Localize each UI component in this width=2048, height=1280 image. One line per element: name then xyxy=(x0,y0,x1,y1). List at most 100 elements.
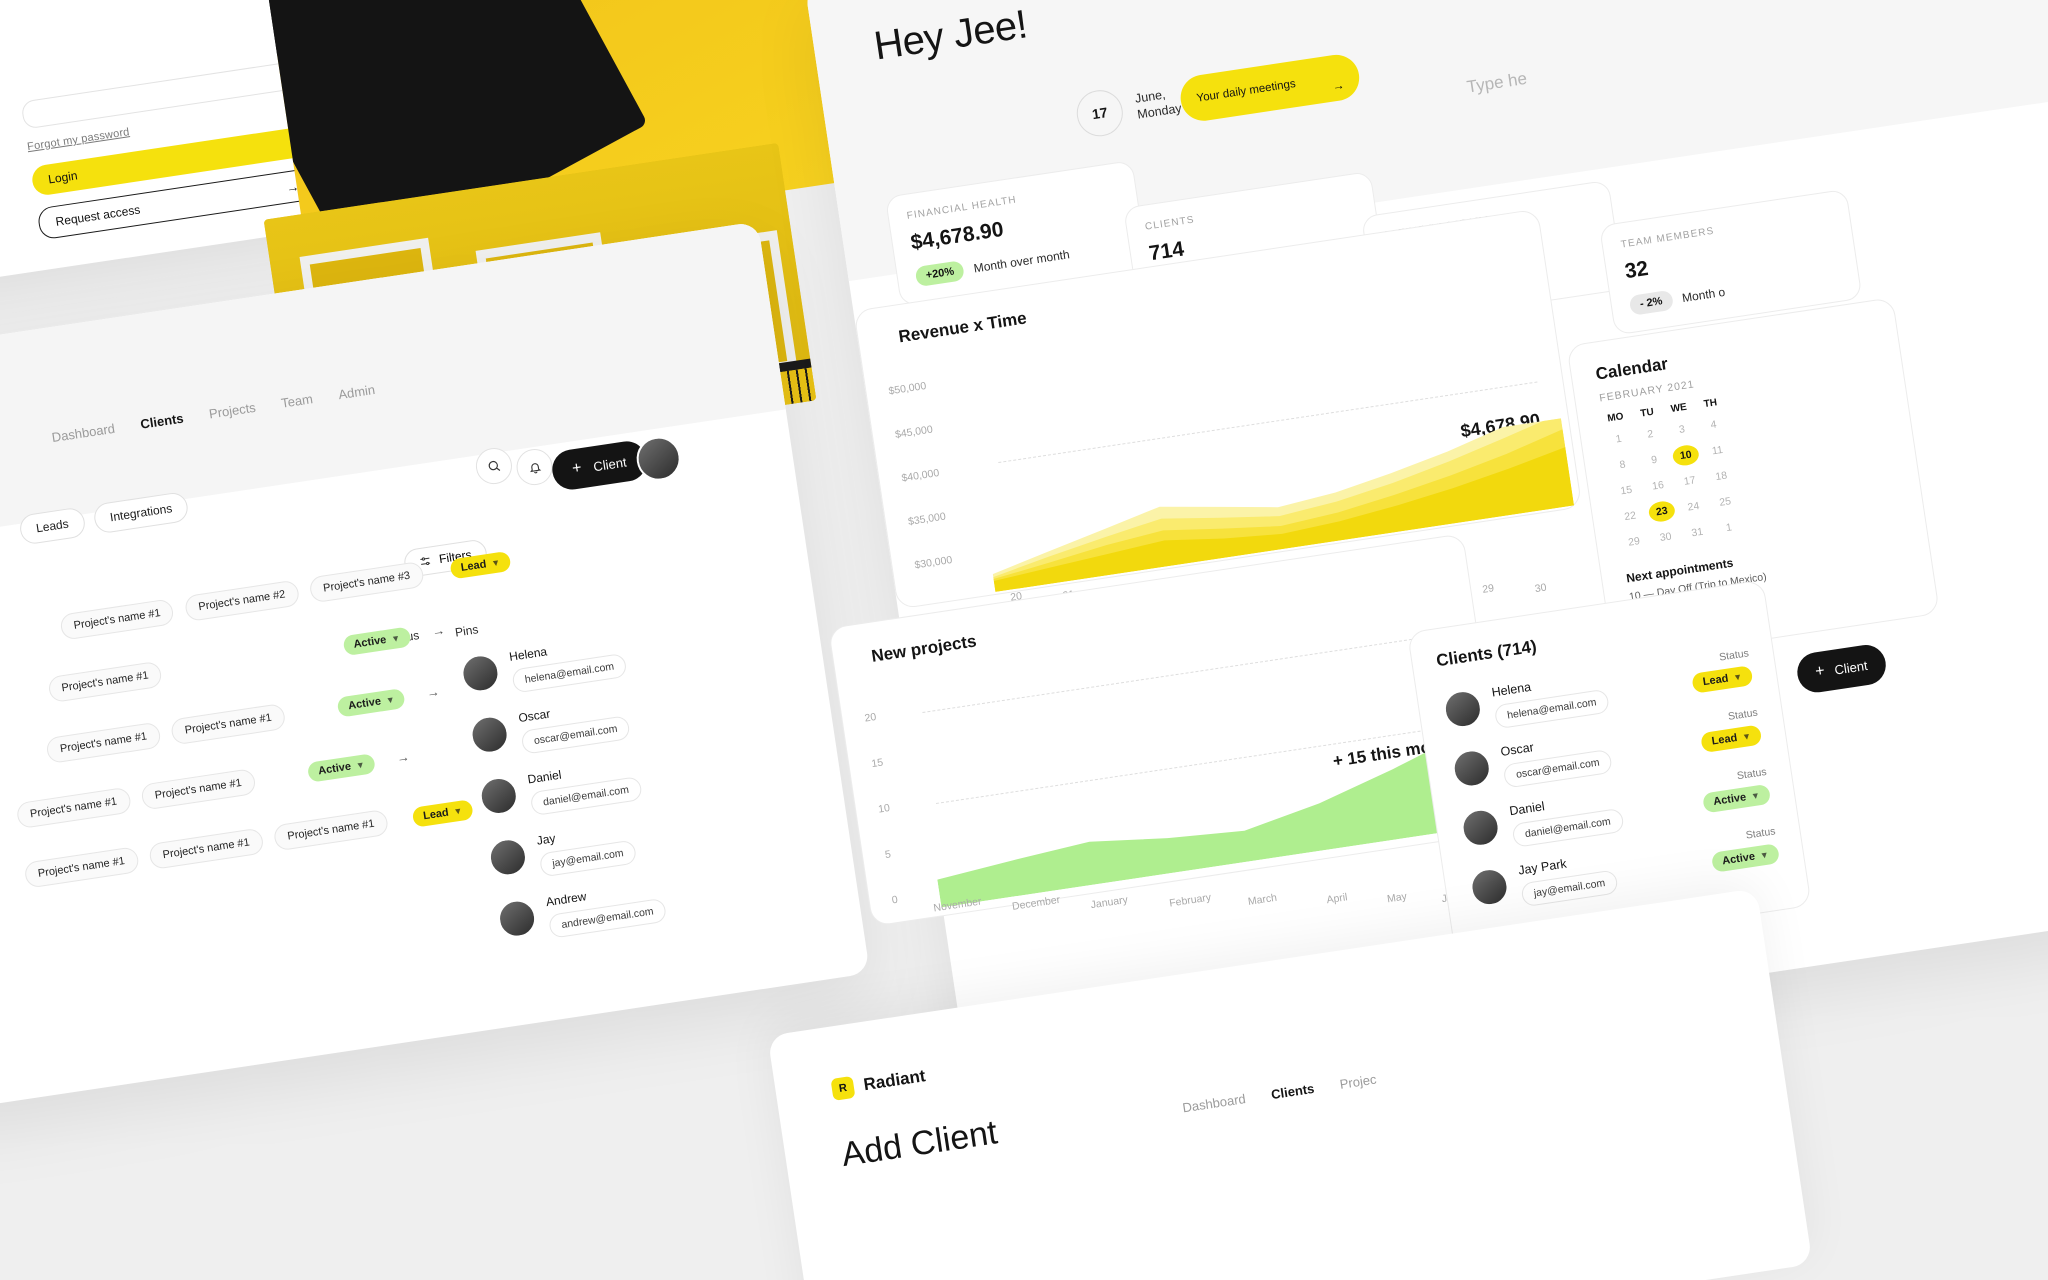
status-badge[interactable]: Lead ▼ xyxy=(411,799,474,828)
status-label: Lead xyxy=(460,558,488,575)
calendar-day[interactable] xyxy=(1802,450,1831,474)
avatar xyxy=(477,774,521,818)
row-arrow-icon[interactable]: → xyxy=(395,749,410,766)
calendar-dow: WE xyxy=(1670,401,1688,416)
tab-active-clients[interactable]: Active clients xyxy=(0,517,13,559)
project-pill[interactable]: Project's name #1 xyxy=(58,598,176,641)
nav-item-clients[interactable]: Clients xyxy=(1270,1081,1315,1102)
calendar-day[interactable] xyxy=(1798,425,1827,449)
calendar-day[interactable] xyxy=(1731,408,1760,432)
calendar-dow: TH xyxy=(1703,397,1718,411)
calendar-day[interactable]: 3 xyxy=(1668,418,1697,442)
calendar-day[interactable]: 24 xyxy=(1679,495,1708,519)
calendar-day[interactable]: 31 xyxy=(1683,521,1712,545)
calendar-day[interactable] xyxy=(1766,429,1795,453)
status-badge[interactable]: Lead ▼ xyxy=(1700,724,1763,754)
calendar-day-selected[interactable]: 23 xyxy=(1647,499,1677,524)
avatar xyxy=(458,651,503,695)
gridline xyxy=(922,633,1447,714)
notifications-button[interactable] xyxy=(514,446,556,488)
calendar-day[interactable]: 30 xyxy=(1651,525,1680,549)
calendar-dow: MO xyxy=(1606,411,1625,425)
calendar-day[interactable] xyxy=(1763,404,1792,428)
date-text: June, Monday xyxy=(1134,86,1183,123)
calendar-day[interactable] xyxy=(1806,476,1835,500)
project-pill[interactable]: Project's name #1 xyxy=(272,808,390,852)
stat-delta: - 2% xyxy=(1628,289,1674,316)
calendar-day[interactable]: 8 xyxy=(1608,453,1637,477)
avatar xyxy=(1459,806,1503,850)
plus-icon: + xyxy=(1814,662,1826,681)
row-arrow-icon[interactable]: → xyxy=(431,622,446,639)
status-badge[interactable]: Lead ▼ xyxy=(1691,665,1754,694)
calendar-day[interactable]: 11 xyxy=(1703,439,1732,463)
calendar-day[interactable]: 9 xyxy=(1640,448,1669,472)
calendar-day[interactable] xyxy=(1742,486,1771,510)
user-avatar[interactable] xyxy=(633,433,684,484)
calendar-day[interactable]: 17 xyxy=(1675,469,1704,493)
calendar-day[interactable] xyxy=(1794,399,1823,423)
chevron-down-icon: ▼ xyxy=(390,632,401,645)
status-badge[interactable]: Active ▼ xyxy=(306,753,377,783)
project-pill[interactable]: Project's name #1 xyxy=(148,827,265,871)
chevron-down-icon: ▼ xyxy=(385,694,396,706)
status-badge[interactable]: Lead ▼ xyxy=(449,550,512,580)
add-client-button[interactable]: + Client xyxy=(549,438,650,493)
status-column-label: Status xyxy=(1727,706,1759,723)
calendar-day[interactable]: 25 xyxy=(1711,490,1740,514)
stat-caption: Month o xyxy=(1681,284,1727,306)
y-tick: $30,000 xyxy=(913,554,954,572)
calendar-day-selected[interactable]: 10 xyxy=(1671,443,1701,468)
calendar-day[interactable] xyxy=(1774,481,1803,505)
dashboard-add-client-button[interactable]: + Client xyxy=(1794,642,1889,696)
add-client-nav: Dashboard Clients Projec xyxy=(1181,1072,1377,1116)
status-badge[interactable]: Active ▼ xyxy=(342,626,412,657)
status-label: Lead xyxy=(422,806,450,823)
calendar-day[interactable] xyxy=(1770,455,1799,479)
calendar-day[interactable]: 22 xyxy=(1616,504,1645,528)
status-badge[interactable]: Active ▼ xyxy=(1710,843,1781,873)
calendar-day[interactable] xyxy=(1778,506,1807,530)
login-button-label: Login xyxy=(47,168,79,187)
calendar-day[interactable] xyxy=(1810,502,1839,526)
calendar-day[interactable]: 4 xyxy=(1699,413,1728,437)
calendar-day[interactable]: 1 xyxy=(1604,427,1633,451)
calendar-day[interactable]: 16 xyxy=(1644,474,1673,498)
calendar-day[interactable]: 1 xyxy=(1715,516,1744,540)
plus-icon: + xyxy=(570,459,583,478)
project-pill[interactable]: Project's name #1 xyxy=(46,660,164,704)
project-pill[interactable]: Project's name #2 xyxy=(183,579,301,623)
calendar-grid: MO TU WE TH 1 2 3 4 8 9 10 11 15 16 17 1… xyxy=(1602,373,1900,554)
project-pill[interactable]: Project's name #1 xyxy=(15,786,132,830)
status-label: Active xyxy=(317,760,352,778)
project-pill[interactable]: Project's name #3 xyxy=(308,560,425,604)
row-arrow-icon[interactable]: → xyxy=(425,684,440,701)
y-tick: 0 xyxy=(891,893,899,907)
status-badge[interactable]: Active ▼ xyxy=(1702,783,1772,814)
chevron-down-icon: ▼ xyxy=(1759,849,1770,861)
calendar-day[interactable] xyxy=(1739,460,1768,484)
calendar-day[interactable] xyxy=(1735,434,1764,458)
client-email: jay@email.com xyxy=(1520,869,1619,908)
calendar-day[interactable]: 2 xyxy=(1636,423,1665,447)
calendar-day[interactable]: 29 xyxy=(1620,530,1649,554)
search-icon xyxy=(488,460,501,471)
calendar-day[interactable]: 15 xyxy=(1612,479,1641,503)
status-label: Active xyxy=(1712,791,1747,809)
clients-list-screen: Dashboard Clients Projects Team Admin Ac… xyxy=(0,221,871,1139)
project-pill[interactable]: Project's name #1 xyxy=(170,702,287,746)
screenshot-stage: Forgot my password Login Request access … xyxy=(0,0,2048,1280)
pins-panel: Pins Helena helena@email.com Oscar oscar… xyxy=(454,577,831,964)
calendar-day[interactable] xyxy=(1746,511,1775,535)
nav-item-projects[interactable]: Projec xyxy=(1339,1072,1378,1092)
dashboard-screen: ients Projects Team Admin Hey Jee! 17 Ju… xyxy=(804,0,2048,1093)
project-pill[interactable]: Project's name #1 xyxy=(23,846,140,889)
calendar-day[interactable]: 18 xyxy=(1707,465,1736,489)
status-badge[interactable]: Active ▼ xyxy=(336,687,407,718)
date-day: 17 xyxy=(1073,87,1126,140)
brand-name: Radiant xyxy=(862,1066,927,1095)
nav-item-dashboard[interactable]: Dashboard xyxy=(1181,1091,1246,1115)
logo-icon: R xyxy=(830,1075,856,1101)
project-pill[interactable]: Project's name #1 xyxy=(45,721,162,765)
project-pill[interactable]: Project's name #1 xyxy=(140,768,257,811)
